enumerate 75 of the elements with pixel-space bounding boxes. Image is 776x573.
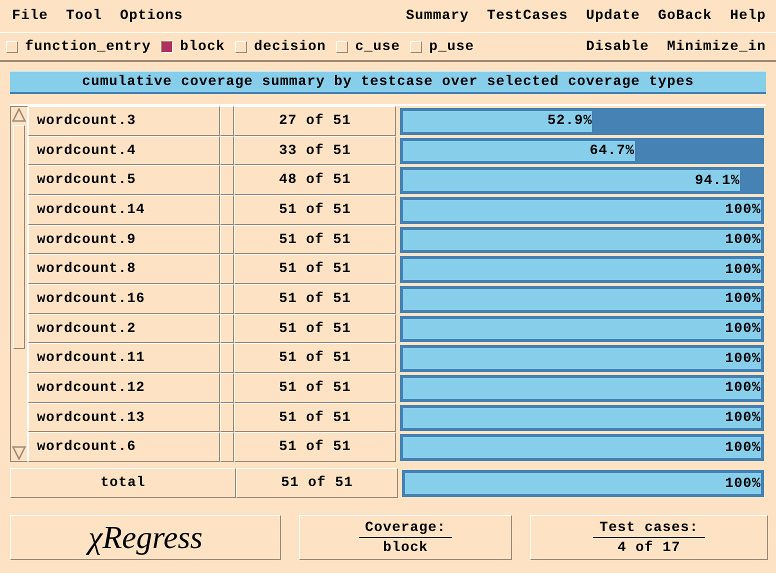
count-cell: 51 of 51 xyxy=(234,224,396,254)
toolbar-button[interactable]: Disable xyxy=(586,38,649,54)
scroll-down-icon[interactable] xyxy=(12,446,26,460)
count-cell: 48 of 51 xyxy=(234,165,396,196)
empty-cell xyxy=(220,224,234,254)
testcase-cell[interactable]: wordcount.14 xyxy=(28,195,220,225)
menu-item[interactable]: Options xyxy=(120,8,184,24)
count-cell: 51 of 51 xyxy=(234,373,396,403)
testcases-label: Test cases: xyxy=(593,520,704,538)
toolbar-button[interactable]: Minimize_in xyxy=(666,38,766,54)
percent-label: 100% xyxy=(724,291,761,308)
menu-item[interactable]: File xyxy=(12,8,48,24)
count-cell: 51 of 51 xyxy=(234,343,396,374)
menu-item[interactable]: Update xyxy=(586,8,640,24)
menu-item[interactable]: GoBack xyxy=(658,8,712,24)
menu-item[interactable]: Tool xyxy=(66,8,102,24)
testcase-cell[interactable]: wordcount.12 xyxy=(28,373,220,403)
count-cell: 51 of 51 xyxy=(234,254,396,284)
testcase-cell[interactable]: wordcount.13 xyxy=(28,402,220,432)
count-cell: 27 of 51 xyxy=(234,106,396,136)
checkbox[interactable] xyxy=(161,40,174,52)
empty-cell xyxy=(220,165,234,196)
table-title: cumulative coverage summary by testcase over selected coverage types xyxy=(10,71,766,94)
checkbox-label[interactable]: p_use xyxy=(429,38,474,54)
testcase-cell[interactable]: wordcount.4 xyxy=(28,136,220,166)
testcase-cell[interactable]: wordcount.8 xyxy=(28,254,220,284)
menu-item[interactable]: TestCases xyxy=(486,8,568,24)
percent-label: 100% xyxy=(724,350,761,367)
checkbox-label[interactable]: c_use xyxy=(355,38,400,54)
checkbox-label[interactable]: function_entry xyxy=(25,38,152,54)
count-cell: 51 of 51 xyxy=(234,195,396,225)
count-cell: 51 of 51 xyxy=(234,284,396,314)
menu-item[interactable]: Help xyxy=(730,8,766,24)
empty-cell xyxy=(220,343,234,374)
testcase-cell[interactable]: wordcount.16 xyxy=(28,284,220,314)
percent-label: 100% xyxy=(724,321,761,338)
total-cell: total xyxy=(10,468,236,498)
percent-label: 100% xyxy=(724,440,761,456)
count-cell: 51 of 51 xyxy=(234,432,396,462)
percent-label: 94.1% xyxy=(694,172,740,189)
count-cell: 33 of 51 xyxy=(234,136,396,166)
coverage-label: Coverage: xyxy=(358,520,452,538)
count-cell: 51 of 51 xyxy=(236,468,398,498)
percent-label: 100% xyxy=(724,410,761,426)
empty-cell xyxy=(220,373,234,403)
menu-item[interactable]: Summary xyxy=(406,8,469,24)
testcase-cell[interactable]: wordcount.11 xyxy=(28,343,220,374)
scroll-up-icon[interactable] xyxy=(12,108,26,122)
testcases-value: 4 of 17 xyxy=(617,540,680,556)
testcase-cell[interactable]: wordcount.3 xyxy=(28,106,220,136)
empty-cell xyxy=(220,284,234,314)
empty-cell xyxy=(220,136,234,166)
testcase-cell[interactable]: wordcount.2 xyxy=(28,314,220,344)
empty-cell xyxy=(220,195,234,225)
coverage-value: block xyxy=(382,540,428,556)
checkbox-label[interactable]: decision xyxy=(254,38,326,54)
empty-cell xyxy=(220,254,234,284)
checkbox-label[interactable]: block xyxy=(180,38,226,54)
empty-cell xyxy=(220,432,234,462)
logo: χRegress xyxy=(88,519,203,556)
empty-cell xyxy=(220,402,234,432)
count-cell: 51 of 51 xyxy=(234,402,396,432)
percent-label: 100% xyxy=(724,232,761,248)
testcase-cell[interactable]: wordcount.9 xyxy=(28,224,220,254)
count-cell: 51 of 51 xyxy=(234,314,396,344)
percent-label: 64.7% xyxy=(590,143,635,159)
testcase-cell[interactable]: wordcount.6 xyxy=(28,432,220,462)
percent-label: 100% xyxy=(724,262,761,278)
percent-label: 100% xyxy=(724,380,761,396)
empty-cell xyxy=(220,314,234,344)
percent-label: 100% xyxy=(724,476,761,492)
percent-label: 52.9% xyxy=(547,113,592,130)
percent-label: 100% xyxy=(724,202,761,218)
testcase-cell[interactable]: wordcount.5 xyxy=(28,165,220,196)
scrollbar[interactable] xyxy=(10,106,28,462)
